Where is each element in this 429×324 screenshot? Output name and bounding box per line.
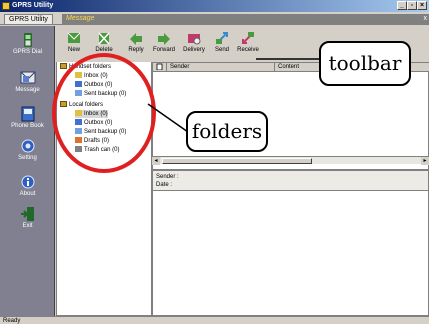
forward-button-label: Forward: [152, 47, 175, 53]
tab-bar: GPRS Utility Message x: [0, 13, 429, 25]
window-title: GPRS Utility: [12, 2, 54, 9]
folder-icon: [60, 101, 67, 108]
folder-local-outbox-label: Outbox (0): [84, 120, 113, 126]
delivery-icon: [188, 34, 201, 45]
folder-handset-sent-backup[interactable]: Sent backup (0): [75, 90, 126, 98]
folder-handset-outbox-label: Outbox (0): [84, 82, 113, 88]
page-icon: [156, 63, 163, 71]
folder-local-drafts[interactable]: Drafts (0): [75, 137, 109, 145]
folder-handset-inbox-label: Inbox (0): [84, 73, 108, 79]
receive-button[interactable]: Receive: [234, 28, 262, 60]
folder-local-outbox[interactable]: Outbox (0): [75, 119, 112, 127]
left-nav: GPRS Dial Message Phone Book Setting Abo…: [0, 26, 55, 316]
folder-handset-sent-backup-label: Sent backup (0): [84, 91, 127, 97]
detail-header: Sender : Date :: [153, 171, 428, 191]
folder-handset-label: Handset folders: [69, 64, 112, 70]
status-bar: Ready: [0, 316, 429, 324]
delivery-button-label: Delivery: [183, 47, 205, 53]
inbox-icon: [75, 72, 82, 79]
tab-close-icon[interactable]: x: [424, 14, 428, 24]
nav-message-label: Message: [15, 87, 40, 93]
column-sender-header[interactable]: Sender: [167, 63, 275, 72]
nav-gprs-dial-label: GPRS Dial: [12, 49, 42, 55]
forward-button[interactable]: Forward: [150, 28, 178, 60]
new-message-icon: [67, 32, 81, 43]
setting-icon: [21, 139, 34, 153]
folder-local-inbox[interactable]: Inbox (0): [75, 110, 108, 118]
send-button[interactable]: Send: [208, 28, 236, 60]
folder-local[interactable]: Local folders: [60, 101, 103, 109]
message-detail: Sender : Date :: [152, 170, 429, 316]
nav-gprs-dial[interactable]: GPRS Dial: [0, 32, 55, 55]
folder-handset-outbox[interactable]: Outbox (0): [75, 81, 112, 89]
close-button[interactable]: ×: [417, 1, 427, 10]
nav-phone-book[interactable]: Phone Book: [0, 106, 55, 129]
folder-local-trash-label: Trash can (0): [84, 147, 120, 153]
folder-tree: Handset folders Inbox (0) Outbox (0) Sen…: [56, 26, 152, 316]
nav-about-label: About: [19, 191, 36, 197]
folder-handset[interactable]: Handset folders: [60, 63, 111, 71]
send-icon: [216, 32, 228, 44]
folder-local-sent-backup[interactable]: Sent backup (0): [75, 128, 126, 136]
scroll-left-icon[interactable]: ◂: [152, 157, 160, 165]
column-icon-header[interactable]: [153, 63, 167, 72]
phonebook-icon: [21, 106, 34, 122]
receive-icon: [242, 32, 254, 44]
about-icon: [21, 175, 34, 189]
folder-local-trash[interactable]: Trash can (0): [75, 146, 119, 154]
new-button-label: New: [67, 47, 80, 53]
delete-icon: [98, 32, 110, 45]
app-icon: [2, 2, 10, 10]
folder-handset-inbox[interactable]: Inbox (0): [75, 72, 108, 80]
receive-button-label: Receive: [237, 47, 259, 53]
new-button[interactable]: New: [60, 28, 88, 60]
exit-icon: [20, 207, 34, 221]
detail-sender-label: Sender :: [156, 174, 179, 180]
inbox-icon: [75, 110, 82, 117]
message-icon: [20, 71, 35, 84]
detail-date-label: Date :: [156, 182, 173, 188]
folders-callout: folders: [186, 111, 268, 152]
title-bar: GPRS Utility _ ▫ ×: [0, 0, 429, 12]
drafts-icon: [75, 137, 82, 144]
nav-setting-label: Setting: [18, 155, 37, 161]
folder-local-drafts-label: Drafts (0): [84, 138, 110, 144]
delete-button-label: Delete: [95, 47, 113, 53]
maximize-button[interactable]: ▫: [407, 1, 417, 10]
reply-button-label: Reply: [128, 47, 144, 53]
folder-local-label: Local folders: [69, 102, 104, 108]
forward-icon: [158, 33, 170, 45]
nav-setting[interactable]: Setting: [0, 138, 55, 161]
trash-icon: [75, 146, 82, 153]
folder-local-sent-backup-label: Sent backup (0): [84, 129, 127, 135]
nav-phone-book-label: Phone Book: [11, 123, 44, 129]
nav-exit-label: Exit: [22, 223, 33, 229]
minimize-button[interactable]: _: [397, 1, 407, 10]
toolbar-callout: toolbar: [319, 41, 411, 86]
tab-message[interactable]: Message x: [62, 14, 429, 24]
reply-button[interactable]: Reply: [122, 28, 150, 60]
outbox-icon: [75, 81, 82, 88]
list-horizontal-scrollbar[interactable]: ◂ ▸: [152, 156, 429, 165]
send-button-label: Send: [214, 47, 229, 53]
scrollbar-thumb[interactable]: [162, 158, 312, 164]
delete-button[interactable]: Delete: [90, 28, 118, 60]
sent-icon: [75, 128, 82, 135]
scroll-right-icon[interactable]: ▸: [421, 157, 429, 165]
delivery-button[interactable]: Delivery: [180, 28, 208, 60]
nav-exit[interactable]: Exit: [0, 206, 55, 229]
tab-message-label: Message: [66, 15, 95, 22]
tab-gprs-utility[interactable]: GPRS Utility: [4, 14, 53, 24]
phone-icon: [23, 33, 32, 47]
outbox-icon: [75, 119, 82, 126]
sent-icon: [75, 90, 82, 97]
folder-icon: [60, 63, 67, 70]
nav-about[interactable]: About: [0, 174, 55, 197]
folder-local-inbox-label: Inbox (0): [84, 111, 108, 117]
nav-message[interactable]: Message: [0, 70, 55, 93]
reply-icon: [130, 33, 142, 45]
